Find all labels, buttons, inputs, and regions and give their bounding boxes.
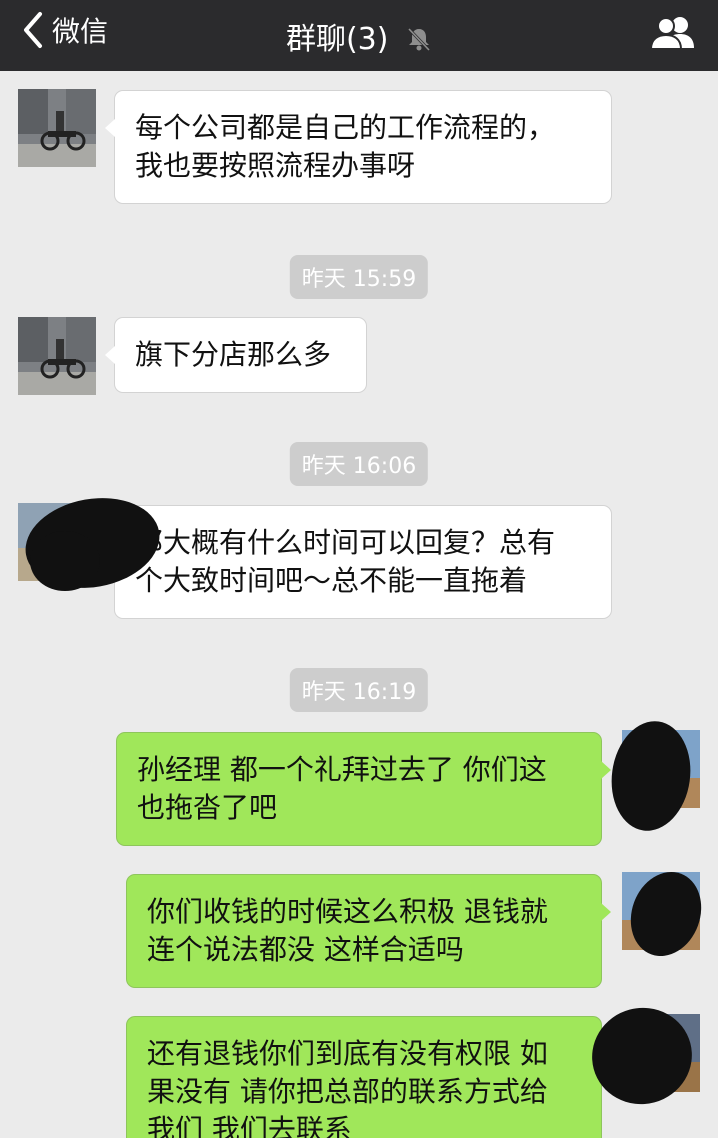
- avatar-photo: [18, 317, 96, 395]
- nav-bar: 微信 群聊(3): [0, 0, 718, 71]
- message-bubble-incoming[interactable]: 每个公司都是自己的工作流程的， 我也要按照流程办事呀: [105, 90, 612, 204]
- mute-bell-icon: [407, 27, 431, 52]
- message-text: 也拖沓了吧: [137, 791, 278, 824]
- message-bubble-outgoing[interactable]: 孙经理 都一个礼拜过去了 你们这 也拖沓了吧: [116, 732, 611, 846]
- message-text: 我也要按照流程办事呀: [135, 149, 416, 182]
- chat-area[interactable]: 每个公司都是自己的工作流程的， 我也要按照流程办事呀 昨天 15:59 旗下分店…: [0, 71, 718, 1138]
- message-text: 连个说法都没 这样合适吗: [147, 933, 464, 966]
- message-text: 我们 我们去联系: [147, 1113, 352, 1138]
- timestamp: 昨天 16:06: [289, 442, 429, 486]
- message-text: 你们收钱的时候这么积极 退钱就: [147, 895, 548, 928]
- message-bubble-incoming[interactable]: 旗下分店那么多: [105, 317, 367, 393]
- timestamp: 昨天 15:59: [289, 255, 429, 299]
- message-text: 那大概有什么时间可以回复？总有: [135, 526, 556, 559]
- group-members-icon[interactable]: [650, 14, 696, 50]
- message-text: 个大致时间吧～总不能一直拖着: [135, 564, 528, 597]
- avatar[interactable]: [18, 89, 96, 167]
- message-text: 孙经理 都一个礼拜过去了 你们这: [137, 753, 547, 786]
- message-text: 旗下分店那么多: [135, 338, 332, 371]
- message-bubble-outgoing[interactable]: 你们收钱的时候这么积极 退钱就 连个说法都没 这样合适吗: [126, 874, 611, 988]
- message-text: 还有退钱你们到底有没有权限 如: [147, 1037, 548, 1070]
- message-bubble-outgoing[interactable]: 还有退钱你们到底有没有权限 如 果没有 请你把总部的联系方式给 我们 我们去联系: [126, 1016, 611, 1138]
- avatar[interactable]: [18, 317, 96, 395]
- chat-title: 群聊(3): [285, 22, 389, 57]
- message-text: 果没有 请你把总部的联系方式给: [147, 1075, 548, 1108]
- message-bubble-incoming[interactable]: 那大概有什么时间可以回复？总有 个大致时间吧～总不能一直拖着: [105, 505, 612, 619]
- page-title: 群聊(3): [0, 14, 718, 58]
- message-text: 每个公司都是自己的工作流程的，: [135, 111, 556, 144]
- redaction-scribble: [30, 531, 100, 591]
- timestamp: 昨天 16:19: [289, 668, 429, 712]
- avatar-photo: [18, 89, 96, 167]
